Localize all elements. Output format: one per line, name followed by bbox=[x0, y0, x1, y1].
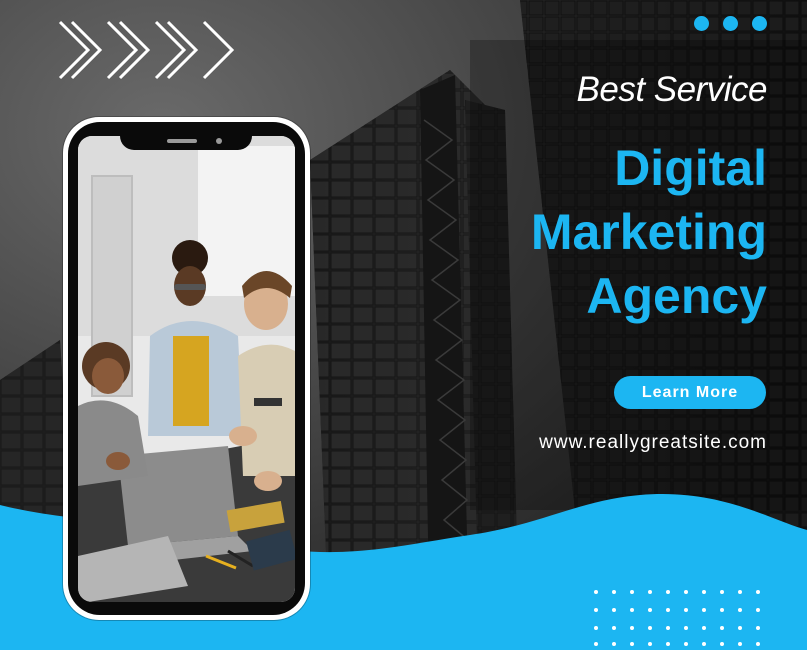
headline-line-1: Digital bbox=[614, 140, 767, 196]
dot bbox=[694, 16, 709, 31]
phone-bezel bbox=[68, 122, 305, 615]
phone-camera-icon bbox=[216, 138, 222, 144]
headline-line-2: Marketing bbox=[530, 204, 767, 260]
phone-notch bbox=[120, 122, 252, 150]
headline-line-3: Agency bbox=[586, 268, 767, 324]
phone-mockup bbox=[63, 117, 310, 620]
dot bbox=[723, 16, 738, 31]
dot-grid-pattern bbox=[594, 590, 760, 646]
dot bbox=[752, 16, 767, 31]
eyebrow-text: Best Service bbox=[576, 70, 768, 109]
learn-more-button[interactable]: Learn More bbox=[614, 376, 766, 409]
team-photo bbox=[78, 136, 295, 602]
website-link[interactable]: www.reallygreatsite.com bbox=[539, 432, 767, 454]
phone-screen-photo bbox=[78, 136, 295, 602]
double-chevron-right-icon bbox=[58, 20, 235, 80]
poster-canvas: Best Service Digital Marketing Agency Le… bbox=[0, 0, 807, 650]
three-dots-icon bbox=[694, 16, 767, 31]
phone-speaker bbox=[167, 139, 197, 143]
headline: Digital Marketing Agency bbox=[531, 136, 767, 328]
